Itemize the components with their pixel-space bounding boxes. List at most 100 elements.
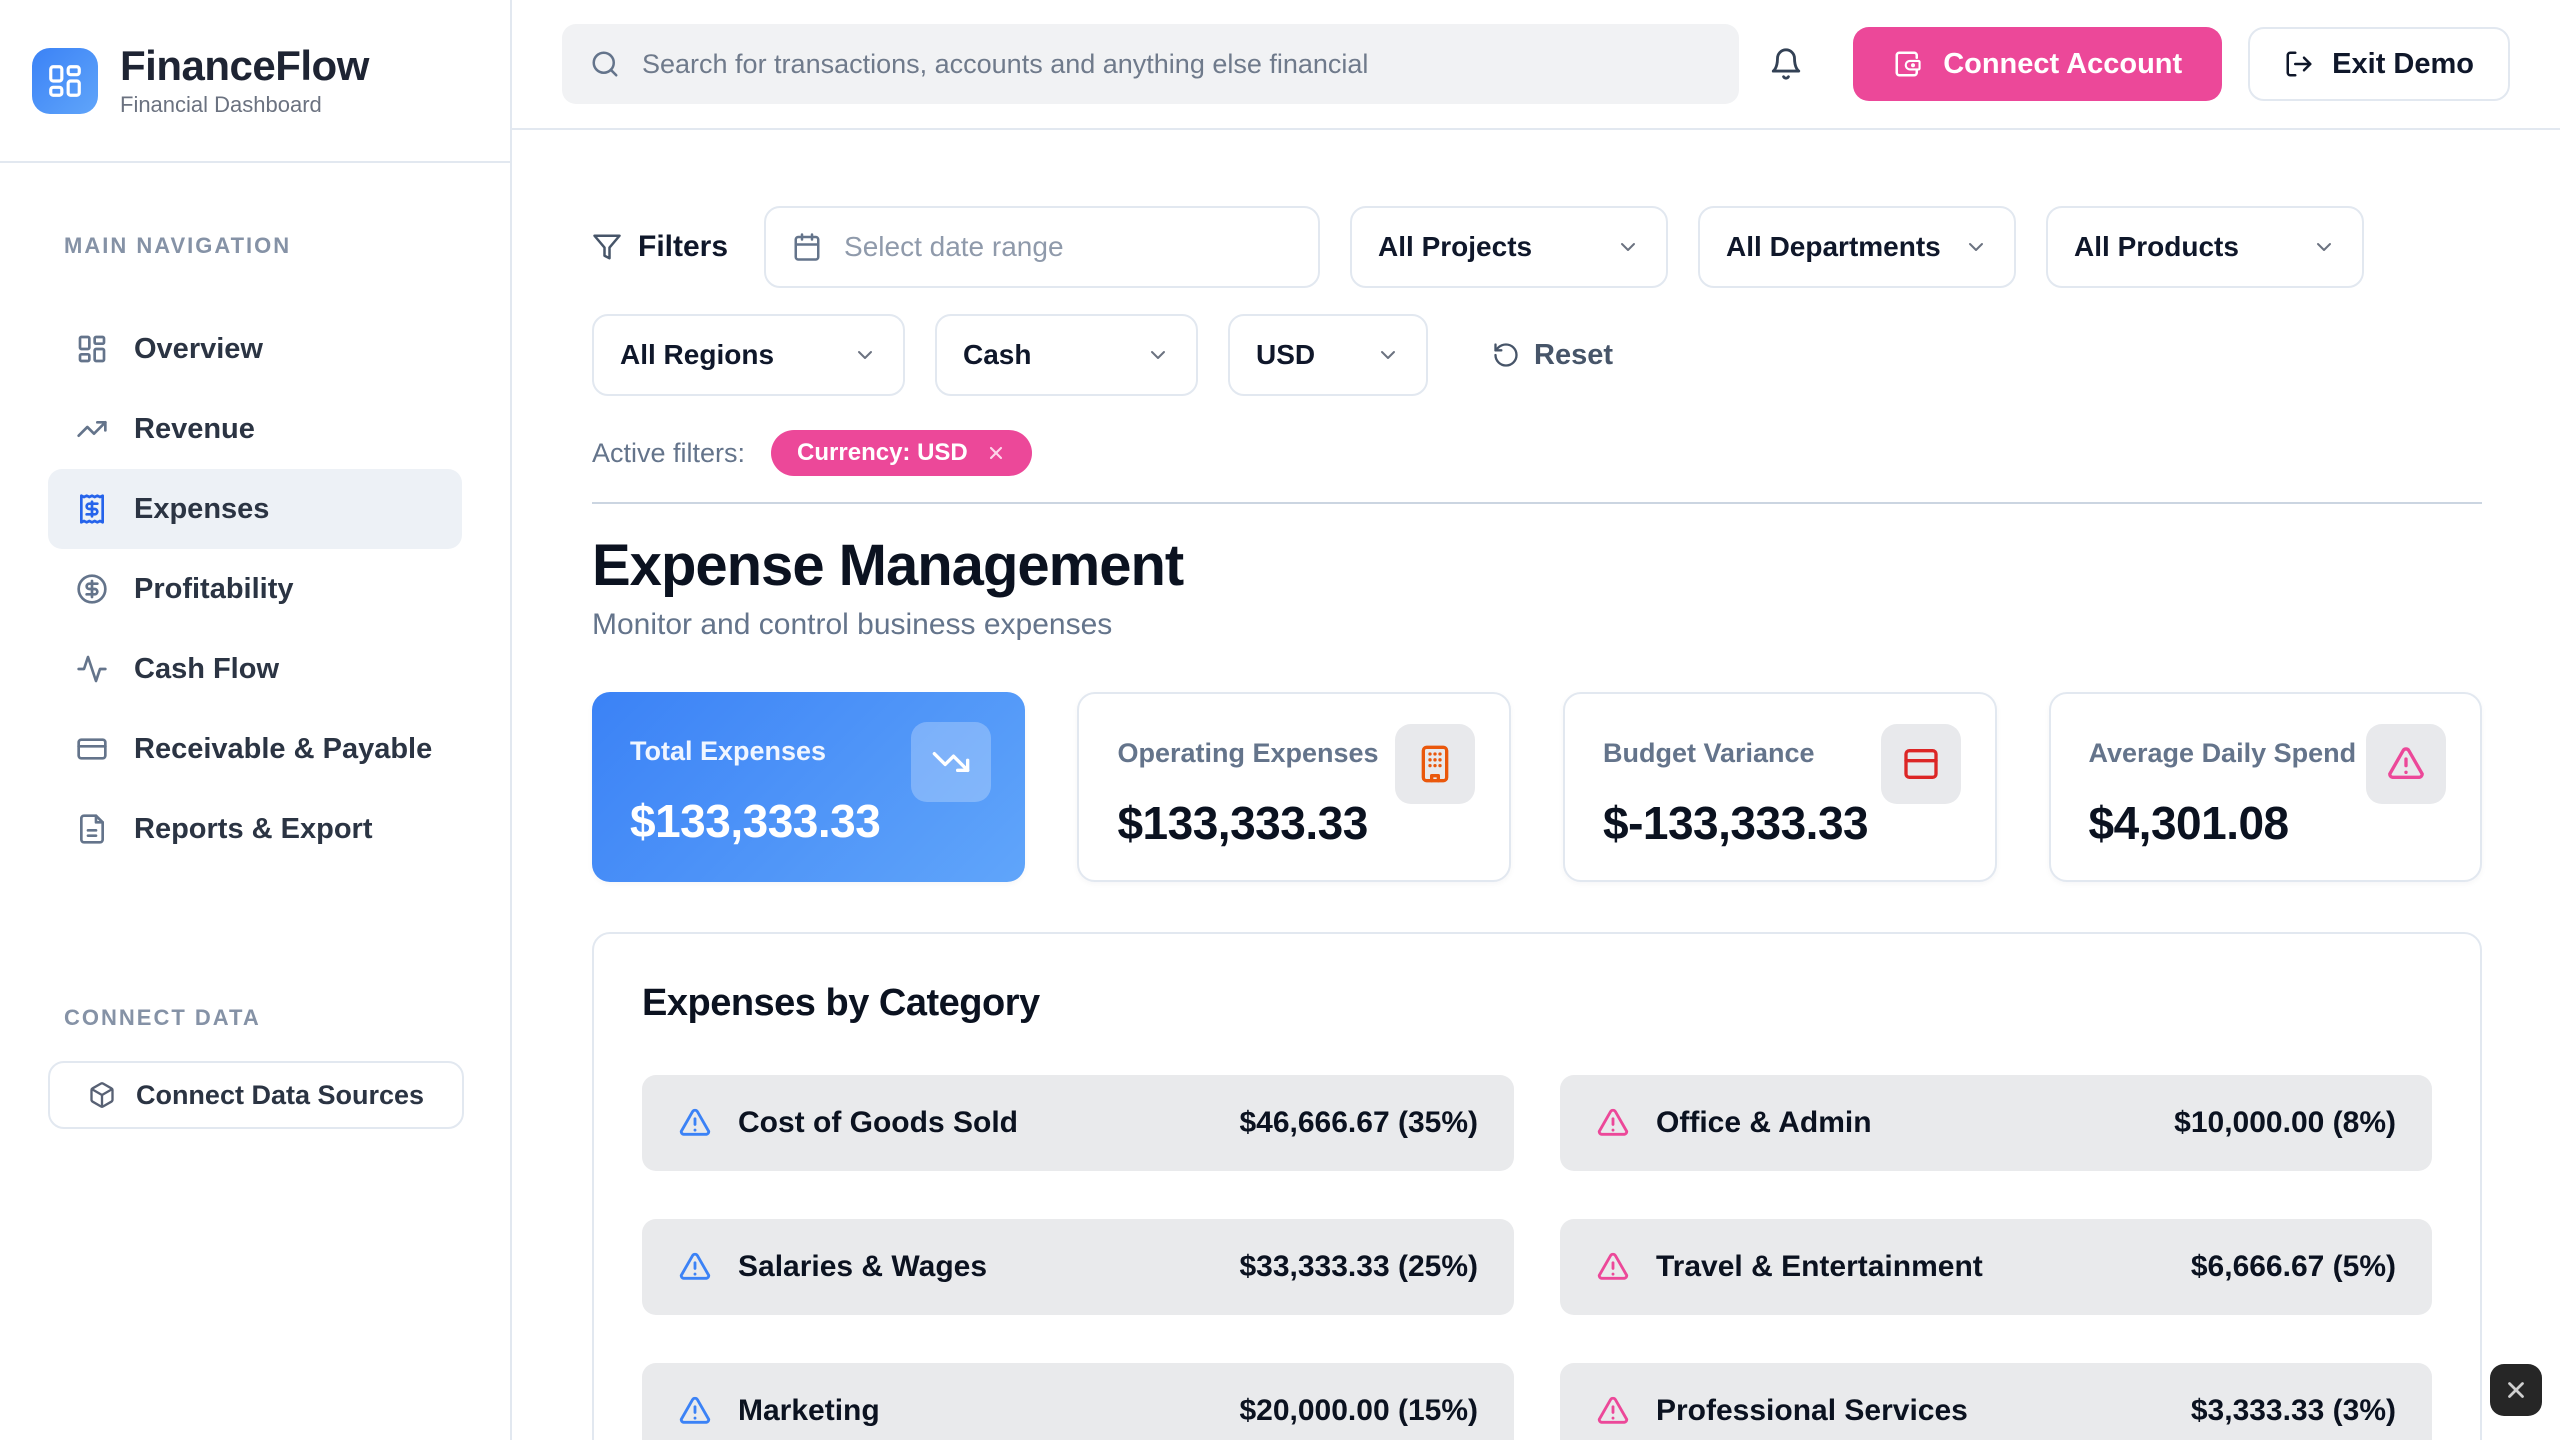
sidebar-item-overview[interactable]: Overview [48, 309, 462, 389]
category-name: Professional Services [1656, 1394, 2165, 1428]
account-type-select-value: Cash [963, 339, 1031, 371]
receipt-icon [76, 493, 108, 525]
category-row-marketing: Marketing $20,000.00 (15%) [642, 1363, 1514, 1440]
category-value: $20,000.00 (15%) [1239, 1394, 1478, 1428]
brand: FinanceFlow Financial Dashboard [0, 0, 510, 163]
page-subtitle: Monitor and control business expenses [592, 608, 2482, 642]
filters-row-1: Filters Select date range All Projects A… [592, 206, 2482, 288]
chevron-down-icon [1964, 235, 1988, 259]
dashboard-icon [76, 333, 108, 365]
category-grid: Cost of Goods Sold $46,666.67 (35%) Offi… [642, 1075, 2432, 1440]
stat-card-average-daily-spend: Average Daily Spend $4,301.08 [2049, 692, 2483, 882]
search-bar[interactable] [562, 24, 1739, 104]
sidebar-item-label: Receivable & Payable [134, 733, 432, 766]
sidebar-item-profitability[interactable]: Profitability [48, 549, 462, 629]
stat-card-budget-variance: Budget Variance $-133,333.33 [1563, 692, 1997, 882]
close-button[interactable] [2490, 1364, 2542, 1416]
active-filter-chip-label: Currency: USD [797, 439, 968, 467]
stat-cards: Total Expenses $133,333.33 Operating Exp… [592, 692, 2482, 882]
wallet-icon [1893, 49, 1923, 79]
currency-select[interactable]: USD [1228, 314, 1428, 396]
sidebar-item-label: Expenses [134, 493, 269, 526]
brand-subtitle: Financial Dashboard [120, 92, 369, 118]
sidebar-item-receivable-payable[interactable]: Receivable & Payable [48, 709, 462, 789]
trending-up-icon [76, 413, 108, 445]
projects-select-value: All Projects [1378, 231, 1532, 263]
remove-filter-icon[interactable] [986, 443, 1006, 463]
search-input[interactable] [642, 49, 1711, 80]
activity-icon [76, 653, 108, 685]
products-select-value: All Products [2074, 231, 2239, 263]
alert-triangle-icon [678, 1394, 712, 1428]
category-name: Cost of Goods Sold [738, 1106, 1213, 1140]
alert-triangle-icon [678, 1106, 712, 1140]
category-row-travel-entertainment: Travel & Entertainment $6,666.67 (5%) [1560, 1219, 2432, 1315]
stat-value: $4,301.08 [2089, 796, 2447, 850]
top-header: Connect Account Exit Demo [512, 0, 2560, 130]
date-range-input[interactable]: Select date range [764, 206, 1320, 288]
stat-value: $133,333.33 [1117, 796, 1475, 850]
category-row-professional-services: Professional Services $3,333.33 (3%) [1560, 1363, 2432, 1440]
connect-data-label: CONNECT DATA [64, 1005, 510, 1031]
category-value: $3,333.33 (3%) [2191, 1394, 2396, 1428]
page-title: Expense Management [592, 534, 2482, 598]
reset-filters-button[interactable]: Reset [1492, 339, 1613, 372]
notifications-button[interactable] [1769, 42, 1813, 86]
products-select[interactable]: All Products [2046, 206, 2364, 288]
account-type-select[interactable]: Cash [935, 314, 1198, 396]
alert-triangle-icon [1596, 1394, 1630, 1428]
alert-triangle-icon [1596, 1250, 1630, 1284]
category-name: Salaries & Wages [738, 1250, 1213, 1284]
credit-card-icon [1881, 724, 1961, 804]
chevron-down-icon [853, 343, 877, 367]
filters-row-2: All Regions Cash USD [592, 314, 2482, 396]
chevron-down-icon [1146, 343, 1170, 367]
alert-triangle-icon [2366, 724, 2446, 804]
regions-select[interactable]: All Regions [592, 314, 905, 396]
building-icon [1395, 724, 1475, 804]
departments-select-value: All Departments [1726, 231, 1941, 263]
package-icon [88, 1081, 116, 1109]
active-filters-label: Active filters: [592, 438, 745, 469]
sidebar: FinanceFlow Financial Dashboard MAIN NAV… [0, 0, 512, 1440]
connect-data-sources-button[interactable]: Connect Data Sources [48, 1061, 464, 1129]
sidebar-item-label: Revenue [134, 413, 255, 446]
departments-select[interactable]: All Departments [1698, 206, 2016, 288]
chevron-down-icon [1616, 235, 1640, 259]
category-name: Marketing [738, 1394, 1213, 1428]
app-logo-icon [32, 48, 98, 114]
sidebar-item-cash-flow[interactable]: Cash Flow [48, 629, 462, 709]
section-divider [592, 502, 2482, 504]
bell-icon [1769, 47, 1803, 81]
exit-demo-button[interactable]: Exit Demo [2248, 27, 2510, 101]
sidebar-item-revenue[interactable]: Revenue [48, 389, 462, 469]
sidebar-item-expenses[interactable]: Expenses [48, 469, 462, 549]
rotate-ccw-icon [1492, 341, 1520, 369]
alert-triangle-icon [678, 1250, 712, 1284]
expenses-by-category-card: Expenses by Category Cost of Goods Sold … [592, 932, 2482, 1440]
category-name: Office & Admin [1656, 1106, 2148, 1140]
stat-label: Average Daily Spend [2089, 738, 2357, 769]
sidebar-item-reports-export[interactable]: Reports & Export [48, 789, 462, 869]
calendar-icon [792, 232, 822, 262]
log-out-icon [2284, 49, 2314, 79]
credit-card-icon [76, 733, 108, 765]
filters-title: Filters [592, 230, 734, 264]
category-value: $10,000.00 (8%) [2174, 1106, 2396, 1140]
sidebar-item-label: Reports & Export [134, 813, 372, 846]
expenses-by-category-title: Expenses by Category [642, 982, 2432, 1025]
sidebar-item-label: Profitability [134, 573, 294, 606]
file-icon [76, 813, 108, 845]
active-filter-chip[interactable]: Currency: USD [771, 430, 1032, 476]
dollar-circle-icon [76, 573, 108, 605]
category-value: $33,333.33 (25%) [1239, 1250, 1478, 1284]
main-navigation: Overview Revenue Expenses Profitability [0, 309, 510, 869]
main-content: Filters Select date range All Projects A… [512, 130, 2560, 1440]
stat-label: Budget Variance [1603, 738, 1815, 769]
exit-demo-label: Exit Demo [2332, 48, 2474, 81]
currency-select-value: USD [1256, 339, 1315, 371]
sidebar-item-label: Cash Flow [134, 653, 279, 686]
projects-select[interactable]: All Projects [1350, 206, 1668, 288]
connect-account-button[interactable]: Connect Account [1853, 27, 2222, 101]
app-window: FinanceFlow Financial Dashboard MAIN NAV… [0, 0, 2560, 1440]
